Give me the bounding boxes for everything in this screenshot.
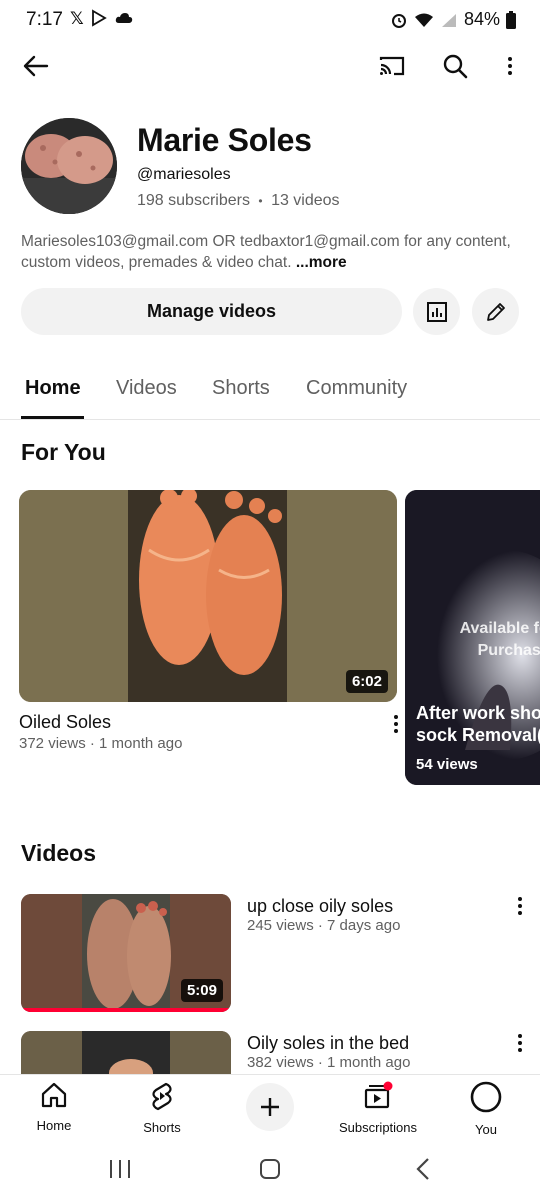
video-meta: 245 views · 7 days ago (247, 917, 401, 934)
nav-subscriptions[interactable]: Subscriptions (328, 1081, 428, 1135)
videos-heading: Videos (21, 840, 96, 866)
channel-stats: 198 subscribers • 13 videos (137, 192, 340, 210)
nav-subscriptions-label: Subscriptions (338, 1120, 418, 1135)
thumbnail-image (19, 490, 397, 702)
channel-handle: @mariesoles (137, 166, 231, 183)
subscriber-count: 198 subscribers (137, 192, 250, 209)
description-text: Mariesoles103@gmail.com OR tedbaxtor1@gm… (21, 233, 511, 271)
video-title[interactable]: Oily soles in the bed (247, 1033, 409, 1054)
channel-name: Marie Soles (137, 122, 312, 158)
pencil-icon (486, 302, 505, 321)
short-views: 54 views (416, 756, 478, 773)
tab-shorts[interactable]: Shorts (212, 377, 270, 400)
for-you-video-title[interactable]: Oiled Soles (19, 712, 111, 733)
bottom-navigation: Home Shorts Subscriptions You (0, 1074, 540, 1140)
edit-channel-button[interactable] (472, 288, 519, 335)
channel-description[interactable]: Mariesoles103@gmail.com OR tedbaxtor1@gm… (21, 231, 521, 273)
nav-home[interactable]: Home (4, 1081, 104, 1133)
tab-videos[interactable]: Videos (116, 377, 177, 400)
back-button[interactable] (16, 46, 56, 86)
battery-percent: 84% (463, 9, 500, 29)
cast-icon (379, 56, 405, 76)
overflow-menu-button[interactable] (492, 46, 528, 86)
signal-icon (441, 13, 456, 27)
video-title[interactable]: up close oily soles (247, 896, 393, 917)
thumbnail-image (21, 1031, 231, 1074)
status-bar: 7:17 𝕏 84% (0, 0, 540, 40)
search-icon (443, 54, 468, 79)
nav-create[interactable] (220, 1083, 320, 1131)
nav-you[interactable]: You (436, 1081, 536, 1137)
watch-progress-bar (21, 1008, 231, 1012)
battery-icon (506, 10, 516, 29)
more-vert-icon (500, 54, 520, 78)
home-square-icon (260, 1159, 280, 1179)
video-count: 13 videos (271, 192, 340, 209)
status-time: 7:17 (26, 9, 63, 30)
tab-home[interactable]: Home (25, 377, 81, 400)
you-icon (470, 1081, 502, 1113)
recent-apps-button[interactable] (105, 1154, 135, 1184)
back-system-button[interactable] (408, 1154, 438, 1184)
nav-shorts-label: Shorts (143, 1120, 181, 1135)
avatar-image (21, 118, 117, 214)
back-chevron-icon (416, 1158, 429, 1180)
system-icons: 84% (390, 9, 516, 30)
video-duration-badge: 5:09 (180, 979, 223, 1002)
top-app-bar (0, 40, 540, 92)
manage-videos-button[interactable]: Manage videos (21, 288, 402, 335)
play-store-icon (91, 9, 107, 27)
video-duration-badge: 6:02 (345, 670, 388, 693)
analytics-icon (426, 301, 447, 322)
system-navigation-bar (0, 1140, 540, 1200)
nav-you-label: You (475, 1122, 497, 1137)
search-button[interactable] (435, 46, 475, 86)
subscriptions-icon (364, 1081, 393, 1109)
wifi-icon (414, 13, 433, 27)
channel-tabs: Home Videos Shorts Community (0, 362, 540, 420)
for-you-heading: For You (21, 439, 106, 465)
video-thumbnail[interactable] (21, 1031, 231, 1074)
nav-shorts[interactable]: Shorts (112, 1081, 212, 1135)
video-thumbnail[interactable]: 5:09 (21, 894, 231, 1012)
short-promo-text: Available for Purchase! (459, 620, 540, 659)
stats-separator: • (258, 194, 263, 208)
recents-icon (110, 1160, 130, 1178)
for-you-video-meta: 372 views · 1 month ago (19, 735, 183, 752)
cast-button[interactable] (372, 46, 412, 86)
create-button (246, 1083, 294, 1131)
for-you-short-card[interactable]: Available for Purchase! After work shoe … (405, 490, 540, 785)
video-menu[interactable] (510, 1031, 530, 1055)
home-icon (41, 1082, 67, 1108)
video-menu[interactable] (510, 894, 530, 918)
analytics-button[interactable] (413, 288, 460, 335)
x-app-icon: 𝕏 (70, 9, 84, 28)
nav-home-label: Home (36, 1118, 72, 1133)
home-system-button[interactable] (255, 1154, 285, 1184)
description-more-link[interactable]: ...more (296, 254, 347, 271)
channel-avatar[interactable] (21, 118, 117, 214)
notification-icons: 𝕏 (70, 9, 134, 29)
active-tab-indicator (21, 416, 84, 419)
create-icon (261, 1098, 279, 1116)
for-you-video-menu[interactable] (386, 712, 406, 736)
shorts-icon (152, 1082, 172, 1111)
cloud-icon (115, 13, 132, 23)
alarm-icon (391, 13, 406, 28)
back-arrow-icon (23, 55, 49, 77)
tab-community[interactable]: Community (306, 377, 407, 400)
short-title: After work shoe & sock Removal( (416, 703, 540, 745)
for-you-video-thumbnail[interactable]: 6:02 (19, 490, 397, 702)
video-meta: 382 views · 1 month ago (247, 1054, 411, 1071)
